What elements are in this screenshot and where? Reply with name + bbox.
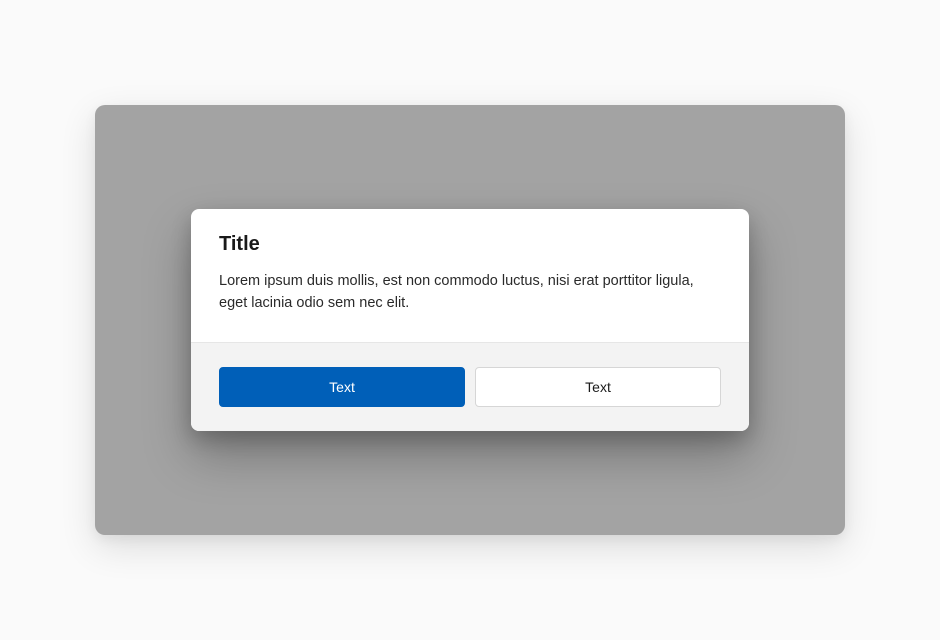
dialog-footer: Text Text xyxy=(191,342,749,431)
dialog-title: Title xyxy=(219,233,721,256)
secondary-button[interactable]: Text xyxy=(475,367,721,407)
secondary-button-label: Text xyxy=(585,379,611,395)
dialog: Title Lorem ipsum duis mollis, est non c… xyxy=(191,209,749,432)
primary-button-label: Text xyxy=(329,379,355,395)
app-window: Title Lorem ipsum duis mollis, est non c… xyxy=(95,105,845,535)
dialog-body: Lorem ipsum duis mollis, est non commodo… xyxy=(219,270,721,315)
primary-button[interactable]: Text xyxy=(219,367,465,407)
dialog-content: Title Lorem ipsum duis mollis, est non c… xyxy=(191,209,749,343)
